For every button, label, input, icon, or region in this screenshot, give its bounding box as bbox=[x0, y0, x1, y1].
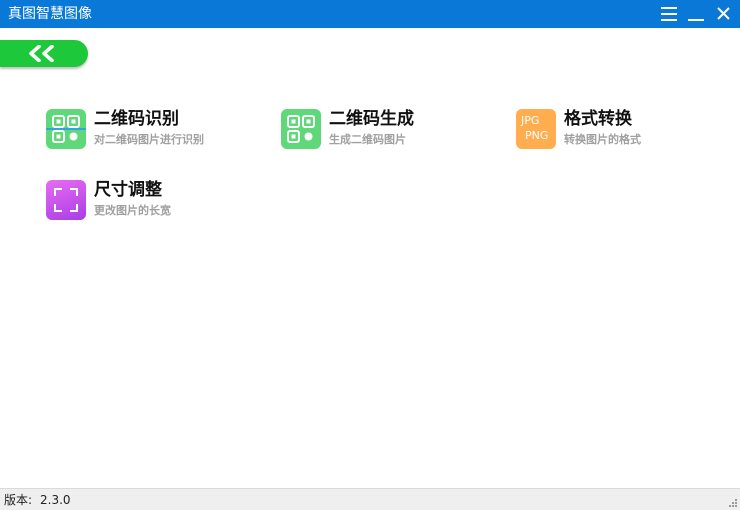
close-button[interactable] bbox=[710, 0, 738, 28]
tool-qr-recognize[interactable]: 二维码识别 对二维码图片进行识别 bbox=[46, 109, 266, 153]
qr-scan-icon bbox=[46, 109, 86, 149]
status-bar: 版本: 2.3.0 bbox=[0, 488, 740, 510]
tool-title: 二维码生成 bbox=[329, 109, 414, 129]
version-value: 2.3.0 bbox=[40, 493, 71, 507]
window-title: 真图智慧图像 bbox=[8, 6, 92, 22]
tool-subtitle: 更改图片的长宽 bbox=[94, 204, 171, 217]
format-label-jpg: JPG bbox=[521, 114, 540, 127]
minimize-icon bbox=[688, 19, 704, 21]
tool-subtitle: 生成二维码图片 bbox=[329, 133, 406, 146]
tool-qr-generate[interactable]: 二维码生成 生成二维码图片 bbox=[281, 109, 501, 153]
resize-grip-icon[interactable] bbox=[728, 498, 738, 508]
app-window: 真图智慧图像 二维码识别 对二维码图片进行识别 二维码生成 生成二维码图片 JP… bbox=[0, 0, 740, 510]
back-button[interactable] bbox=[0, 40, 88, 67]
tool-format-convert[interactable]: JPG PNG 格式转换 转换图片的格式 bbox=[516, 109, 736, 153]
menu-button[interactable] bbox=[655, 0, 683, 28]
tool-resize[interactable]: 尺寸调整 更改图片的长宽 bbox=[46, 180, 266, 224]
double-chevron-left-icon bbox=[29, 45, 54, 62]
tool-subtitle: 对二维码图片进行识别 bbox=[94, 133, 204, 146]
tool-subtitle: 转换图片的格式 bbox=[564, 133, 641, 146]
tool-title: 格式转换 bbox=[564, 109, 632, 129]
format-convert-icon: JPG PNG bbox=[516, 109, 556, 149]
format-label-png: PNG bbox=[525, 129, 549, 142]
version-label: 版本: bbox=[4, 493, 33, 507]
qr-code-icon bbox=[281, 109, 321, 149]
tool-title: 二维码识别 bbox=[94, 109, 179, 129]
menu-icon bbox=[661, 7, 677, 21]
tool-title: 尺寸调整 bbox=[94, 180, 162, 200]
close-icon bbox=[717, 7, 730, 20]
minimize-button[interactable] bbox=[683, 0, 711, 28]
resize-frame-icon bbox=[46, 180, 86, 220]
title-bar: 真图智慧图像 bbox=[0, 0, 740, 28]
